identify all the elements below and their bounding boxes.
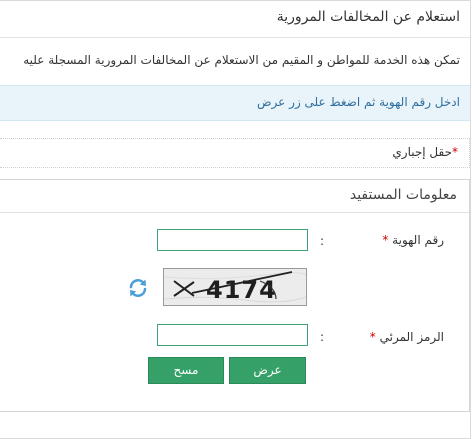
id-number-colon: : bbox=[320, 234, 325, 248]
visual-code-colon: : bbox=[320, 330, 325, 344]
required-field-note: *حقل إجباري bbox=[0, 138, 470, 168]
required-star: * bbox=[369, 330, 376, 344]
service-description: تمكن هذه الخدمة للمواطن و المقيم من الاس… bbox=[23, 53, 460, 67]
refresh-captcha-icon[interactable] bbox=[127, 277, 149, 299]
id-number-label: رقم الهوية * bbox=[382, 233, 444, 247]
visual-code-label-text: الرمز المرئي bbox=[379, 330, 444, 344]
id-number-label-text: رقم الهوية bbox=[392, 233, 444, 247]
beneficiary-panel: معلومات المستفيد رقم الهوية * : 4174 الر… bbox=[0, 179, 470, 412]
captcha-image: 4174 bbox=[163, 268, 307, 306]
info-alert-text: ادخل رقم الهوية ثم اضغط على زر عرض bbox=[257, 95, 460, 109]
required-star: * bbox=[452, 145, 458, 159]
required-field-note-label: *حقل إجباري bbox=[392, 145, 458, 159]
show-button[interactable]: عرض bbox=[229, 357, 306, 384]
id-number-input[interactable] bbox=[157, 229, 308, 251]
visual-code-label: الرمز المرئي * bbox=[370, 330, 444, 344]
required-field-text: حقل إجباري bbox=[392, 145, 452, 159]
panel-title: معلومات المستفيد bbox=[349, 187, 457, 203]
panel-header: معلومات المستفيد bbox=[0, 180, 469, 213]
page-title: استعلام عن المخالفات المرورية bbox=[276, 9, 460, 25]
info-alert: ادخل رقم الهوية ثم اضغط على زر عرض bbox=[0, 85, 470, 121]
required-star: * bbox=[382, 233, 389, 247]
clear-button[interactable]: مسح bbox=[148, 357, 224, 384]
page-header: استعلام عن المخالفات المرورية bbox=[0, 1, 470, 38]
visual-code-input[interactable] bbox=[157, 324, 308, 346]
page-frame: استعلام عن المخالفات المرورية تمكن هذه ا… bbox=[0, 0, 471, 439]
captcha-text: 4174 bbox=[206, 276, 277, 304]
